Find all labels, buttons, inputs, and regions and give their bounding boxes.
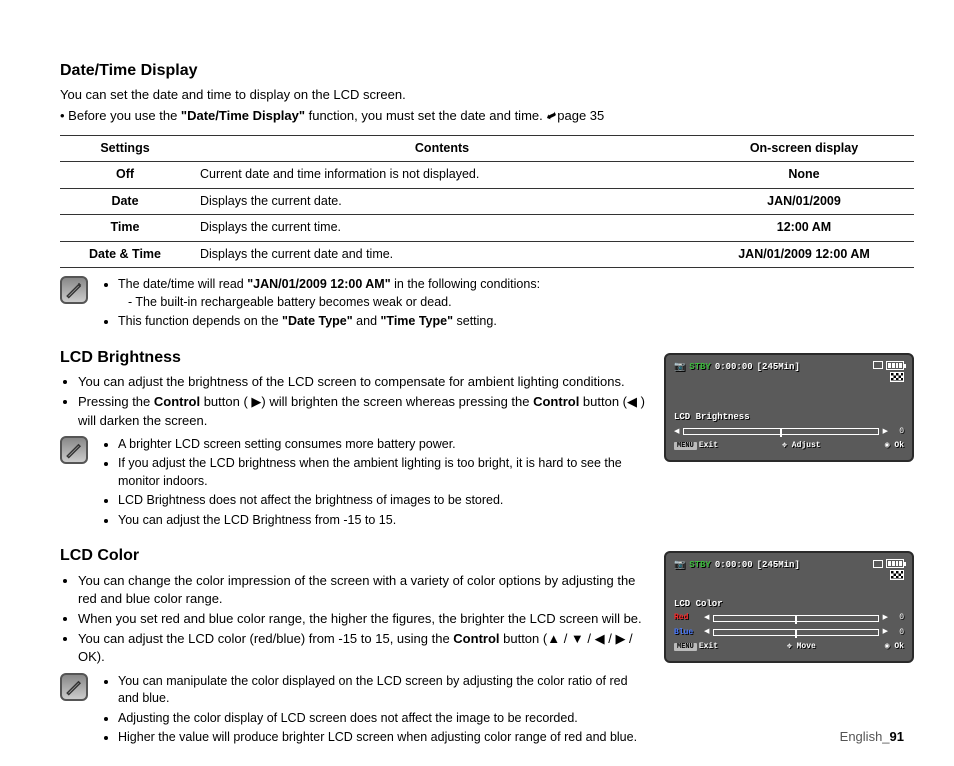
focus-icon [890, 372, 904, 382]
note-icon [60, 276, 88, 304]
blue-slider [713, 629, 878, 636]
focus-icon [890, 570, 904, 580]
card-icon [873, 361, 883, 369]
section-title-brightness: LCD Brightness [60, 347, 646, 369]
color-notes: You can manipulate the color displayed o… [60, 673, 646, 749]
left-arrow-icon: ◀ [704, 613, 709, 623]
lcd-preview-brightness: 📷 STBY 0:00:00 [245Min] LCD Brightness ◀… [664, 353, 914, 462]
th-contents: Contents [190, 135, 694, 162]
datetime-notes: The date/time will read "JAN/01/2009 12:… [60, 276, 914, 333]
color-bullet: You can adjust the LCD color (red/blue) … [78, 630, 646, 666]
brightness-notes: A brighter LCD screen setting consumes m… [60, 436, 646, 532]
red-label: Red [674, 612, 700, 623]
datetime-settings-table: Settings Contents On-screen display Off … [60, 135, 914, 269]
color-bullet: You can change the color impression of t… [78, 572, 646, 608]
section-title-datetime: Date/Time Display [60, 60, 914, 82]
right-arrow-icon: ▶ [883, 613, 888, 623]
page-footer: English_91 [840, 728, 904, 746]
ok-label: Ok [894, 642, 904, 651]
stby-indicator: STBY [689, 559, 711, 572]
brightness-value: 0 [892, 426, 904, 437]
th-settings: Settings [60, 135, 190, 162]
exit-label: Exit [699, 441, 718, 450]
table-row: Date & Time Displays the current date an… [60, 241, 914, 268]
note-icon [60, 436, 88, 464]
lcd-setting-title: LCD Brightness [674, 411, 904, 424]
table-row: Date Displays the current date. JAN/01/2… [60, 188, 914, 215]
camera-icon: 📷 [674, 559, 685, 572]
elapsed-time: 0:00:00 [715, 361, 753, 374]
elapsed-time: 0:00:00 [715, 559, 753, 572]
dpad-icon: ✥ [787, 642, 797, 651]
remaining-time: [245Min] [757, 361, 800, 374]
dpad-icon: ✥ [782, 441, 792, 450]
adjust-label: Adjust [792, 441, 821, 450]
right-arrow-icon: ▶ [883, 427, 888, 437]
lcd-setting-title: LCD Color [674, 598, 904, 611]
red-value: 0 [892, 612, 904, 623]
color-bullet: When you set red and blue color range, t… [78, 610, 646, 628]
table-row: Off Current date and time information is… [60, 162, 914, 189]
brightness-bullet: You can adjust the brightness of the LCD… [78, 373, 646, 391]
battery-icon [886, 361, 904, 370]
card-icon [873, 560, 883, 568]
note-icon [60, 673, 88, 701]
section-title-color: LCD Color [60, 545, 646, 567]
lcd-preview-color: 📷 STBY 0:00:00 [245Min] LCD Color Red ◀ … [664, 551, 914, 662]
camera-icon: 📷 [674, 361, 685, 374]
datetime-intro: You can set the date and time to display… [60, 86, 914, 104]
brightness-slider [683, 428, 878, 435]
move-label: Move [797, 642, 816, 651]
battery-icon [886, 559, 904, 568]
th-osd: On-screen display [694, 135, 914, 162]
remaining-time: [245Min] [757, 559, 800, 572]
ok-dot-icon: ◉ [885, 642, 895, 651]
menu-badge: MENU [674, 643, 697, 651]
left-arrow-icon: ◀ [704, 627, 709, 637]
brightness-bullet: Pressing the Control button ( ▶) will br… [78, 393, 646, 429]
ok-label: Ok [894, 441, 904, 450]
exit-label: Exit [699, 642, 718, 651]
table-row: Time Displays the current time. 12:00 AM [60, 215, 914, 242]
datetime-precondition: Before you use the "Date/Time Display" f… [60, 107, 914, 125]
red-slider [713, 615, 878, 622]
right-arrow-icon: ▶ [883, 627, 888, 637]
left-arrow-icon: ◀ [674, 427, 679, 437]
ok-dot-icon: ◉ [885, 441, 895, 450]
menu-badge: MENU [674, 442, 697, 450]
blue-value: 0 [892, 627, 904, 638]
stby-indicator: STBY [689, 361, 711, 374]
blue-label: Blue [674, 627, 700, 638]
